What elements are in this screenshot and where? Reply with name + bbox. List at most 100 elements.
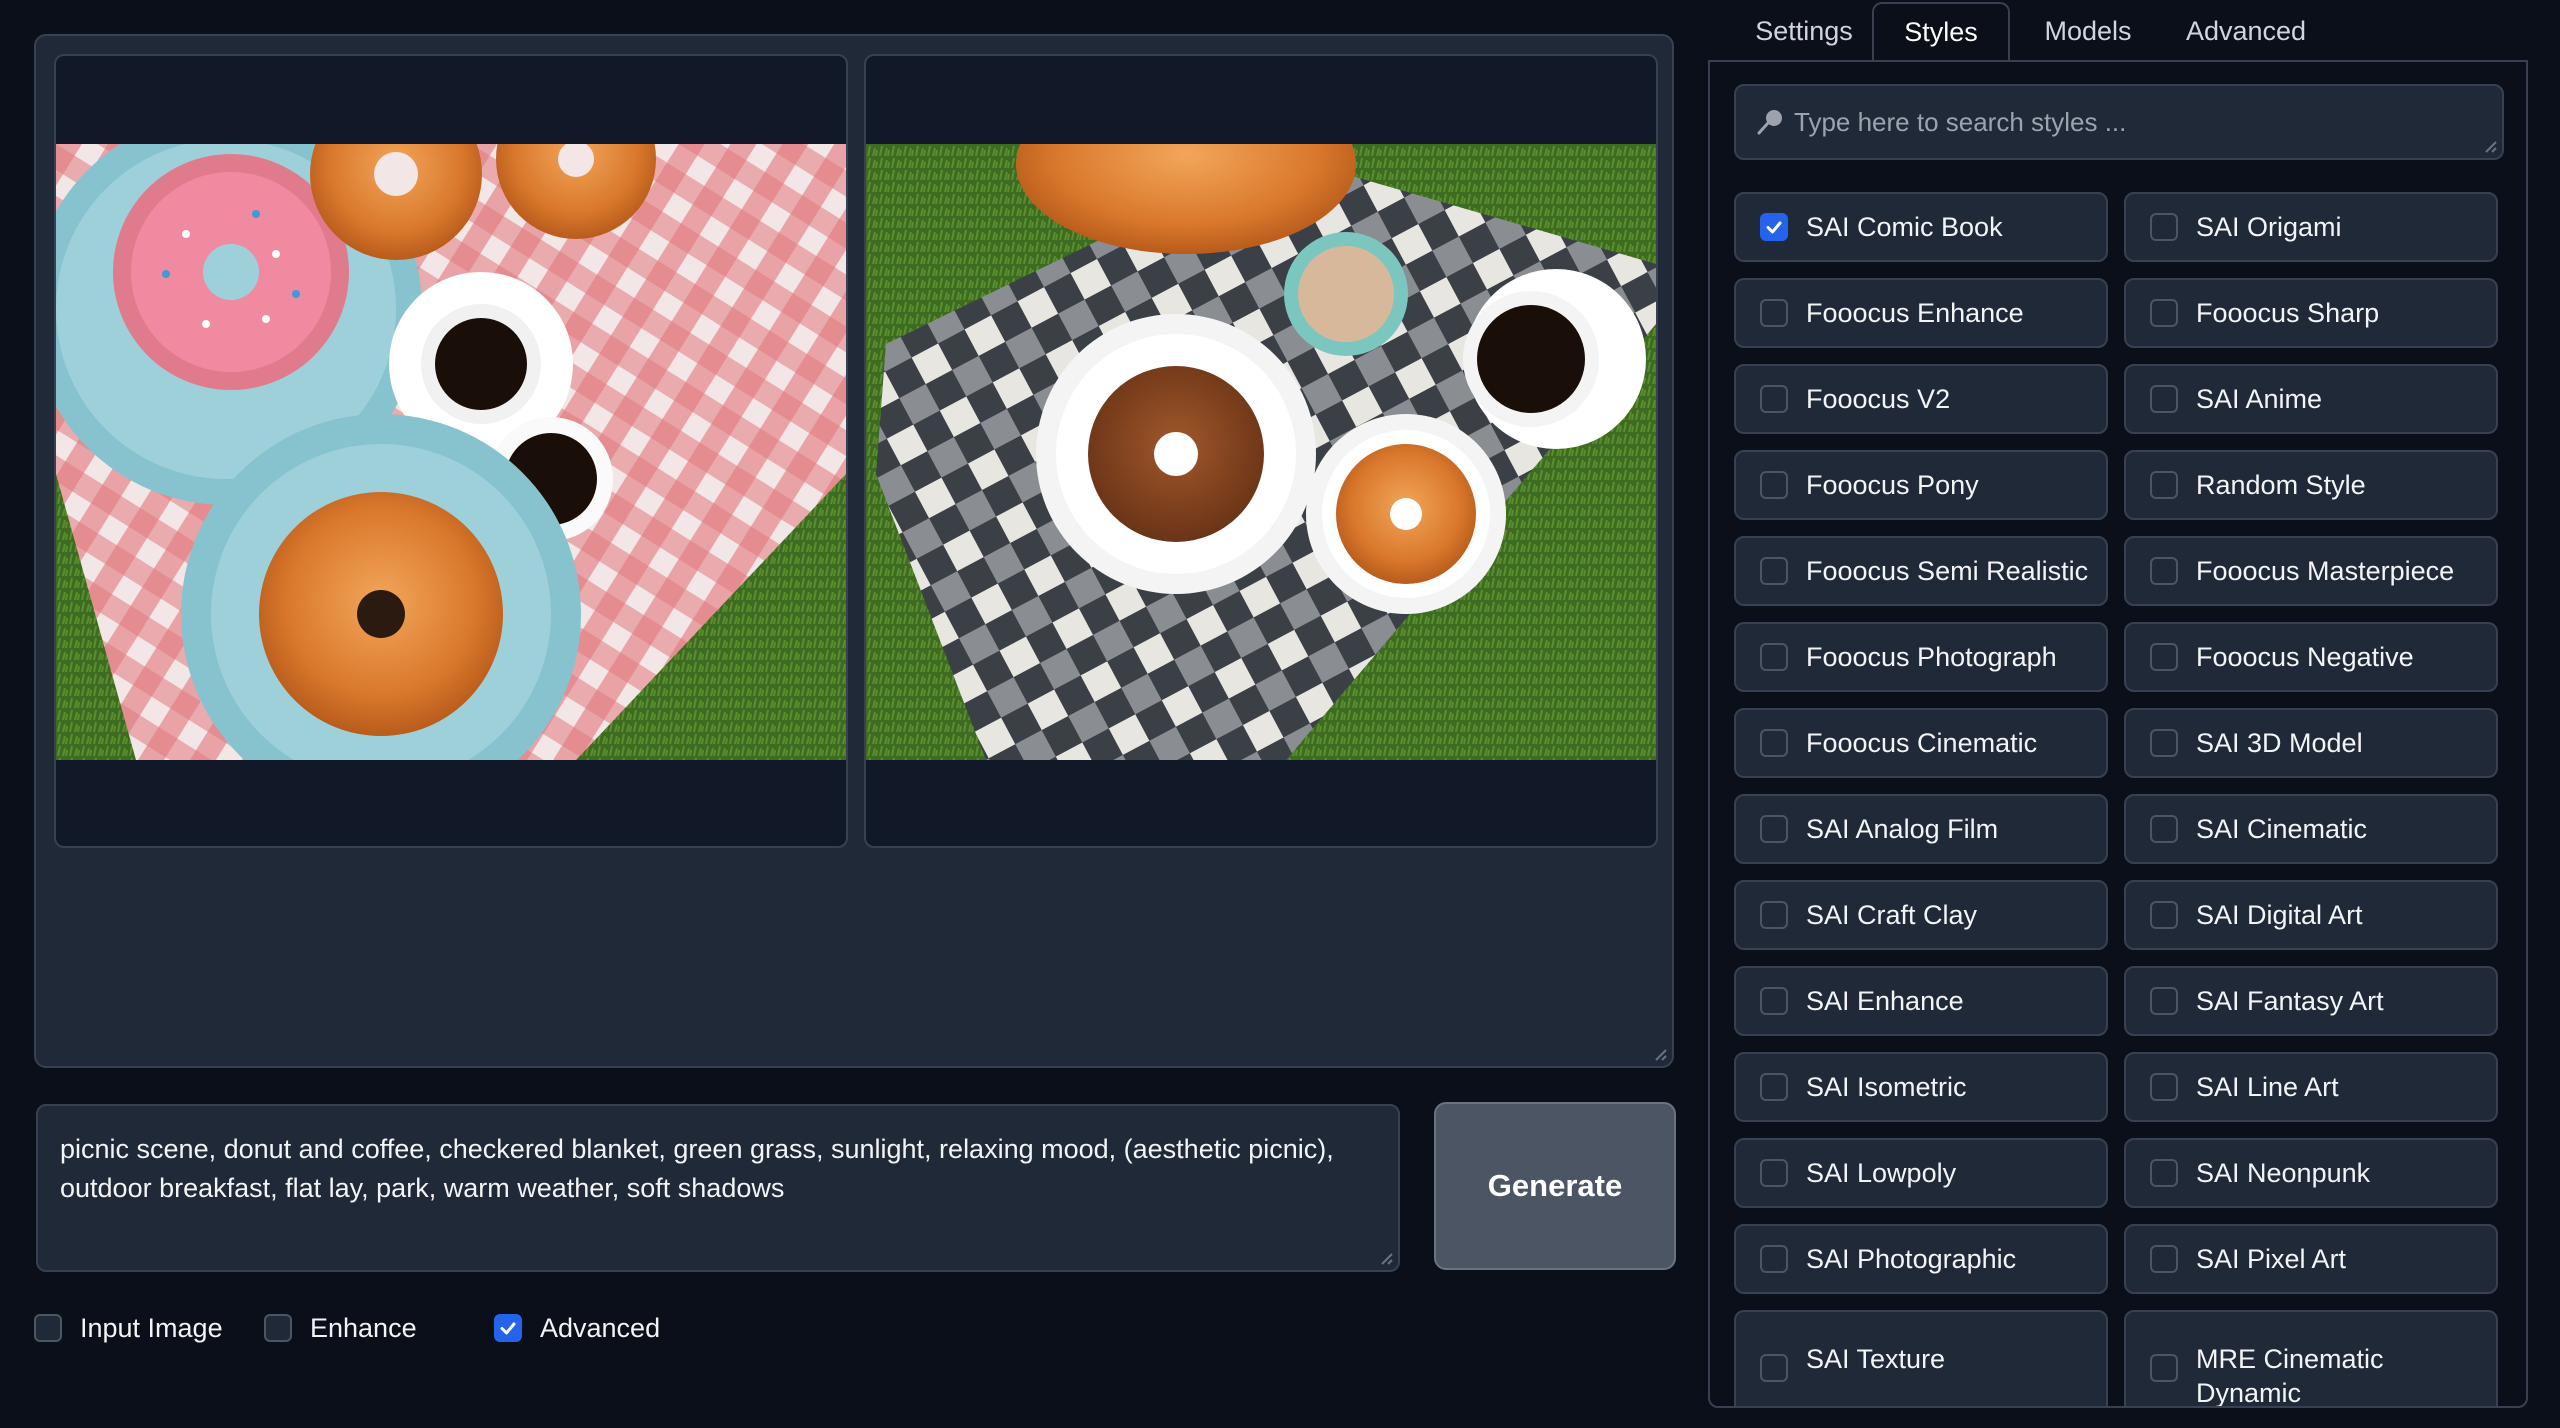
checkbox[interactable] (1760, 1245, 1788, 1273)
style-option[interactable]: SAI Fantasy Art (2124, 966, 2498, 1036)
checkbox[interactable] (1760, 729, 1788, 757)
style-search-input[interactable] (1792, 105, 2476, 139)
style-label: SAI Lowpoly (1806, 1158, 1957, 1188)
style-search-box[interactable] (1734, 84, 2504, 160)
style-label: SAI Analog Film (1806, 814, 1999, 844)
image-gallery (34, 34, 1674, 1068)
checkbox[interactable] (2150, 471, 2178, 499)
style-option[interactable]: SAI Line Art (2124, 1052, 2498, 1122)
option-enhance[interactable]: Enhance (264, 1308, 417, 1348)
tab-settings[interactable]: Settings (1724, 2, 1884, 60)
style-label: Fooocus Sharp (2196, 298, 2380, 328)
gallery-image-1[interactable] (54, 54, 848, 848)
style-option[interactable]: Fooocus Photograph (1734, 622, 2108, 692)
checkbox[interactable] (2150, 987, 2178, 1015)
checkbox[interactable] (2150, 815, 2178, 843)
checkbox[interactable] (2150, 1354, 2178, 1382)
style-option[interactable]: SAI Comic Book (1734, 192, 2108, 262)
style-label: SAI Fantasy Art (2196, 986, 2384, 1016)
checkbox[interactable] (1760, 557, 1788, 585)
style-option[interactable]: Fooocus V2 (1734, 364, 2108, 434)
style-option[interactable]: SAI 3D Model (2124, 708, 2498, 778)
style-label: Fooocus Semi Realistic (1806, 556, 2089, 586)
style-option[interactable]: Fooocus Enhance (1734, 278, 2108, 348)
checkbox[interactable] (1760, 471, 1788, 499)
checkbox[interactable] (2150, 299, 2178, 327)
checkbox[interactable] (34, 1314, 62, 1342)
resize-handle-icon[interactable] (1650, 1044, 1668, 1062)
checkbox-checked[interactable] (494, 1314, 522, 1342)
tab-models[interactable]: Models (2028, 2, 2148, 60)
checkbox[interactable] (1760, 815, 1788, 843)
checkbox[interactable] (264, 1314, 292, 1342)
style-option[interactable]: SAI Pixel Art (2124, 1224, 2498, 1294)
style-label: SAI Digital Art (2196, 900, 2363, 930)
style-option[interactable]: SAI Enhance (1734, 966, 2108, 1036)
checkbox[interactable] (2150, 557, 2178, 585)
style-option[interactable]: Random Style (2124, 450, 2498, 520)
resize-handle-icon[interactable] (1376, 1248, 1394, 1266)
style-option[interactable]: Fooocus Cinematic (1734, 708, 2108, 778)
checkbox[interactable] (2150, 901, 2178, 929)
style-option[interactable]: SAI Digital Art (2124, 880, 2498, 950)
generate-button[interactable]: Generate (1434, 1102, 1676, 1270)
style-label: SAI Cinematic (2196, 814, 2368, 844)
style-option[interactable]: Fooocus Semi Realistic (1734, 536, 2108, 606)
style-label: SAI 3D Model (2196, 728, 2363, 758)
picnic-image-red-blanket (56, 144, 846, 760)
resize-handle-icon[interactable] (2480, 136, 2498, 154)
style-option[interactable]: SAI Analog Film (1734, 794, 2108, 864)
gallery-image-2[interactable] (864, 54, 1658, 848)
tab-styles[interactable]: Styles (1872, 2, 2010, 60)
style-label: SAI Anime (2196, 384, 2323, 414)
style-label: SAI Photographic (1806, 1244, 2017, 1274)
style-option[interactable]: SAI Anime (2124, 364, 2498, 434)
style-label: Fooocus Enhance (1806, 298, 2024, 328)
option-advanced[interactable]: Advanced (494, 1308, 660, 1348)
style-label: Fooocus Cinematic (1806, 728, 2038, 758)
checkbox[interactable] (2150, 385, 2178, 413)
checkbox[interactable] (1760, 901, 1788, 929)
style-option[interactable]: SAI Cinematic (2124, 794, 2498, 864)
style-label: SAI Pixel Art (2196, 1244, 2347, 1274)
style-label: Fooocus Masterpiece (2196, 556, 2455, 586)
style-option[interactable]: SAI Photographic (1734, 1224, 2108, 1294)
checkbox[interactable] (1760, 385, 1788, 413)
checkbox[interactable] (2150, 1245, 2178, 1273)
checkbox[interactable] (2150, 1073, 2178, 1101)
style-label: MRE Cinematic Dynamic (2196, 1344, 2384, 1408)
prompt-textarea[interactable]: picnic scene, donut and coffee, checkere… (36, 1104, 1400, 1272)
checkbox[interactable] (2150, 213, 2178, 241)
style-label: SAI Isometric (1806, 1072, 1967, 1102)
style-option[interactable]: SAI Isometric (1734, 1052, 2108, 1122)
style-option[interactable]: SAI Craft Clay (1734, 880, 2108, 950)
checkbox[interactable] (1760, 1354, 1788, 1382)
style-option[interactable]: Fooocus Sharp (2124, 278, 2498, 348)
checkbox[interactable] (2150, 643, 2178, 671)
checkbox[interactable] (1760, 1159, 1788, 1187)
checkbox[interactable] (1760, 987, 1788, 1015)
style-option[interactable]: Fooocus Masterpiece (2124, 536, 2498, 606)
style-option[interactable]: SAI Origami (2124, 192, 2498, 262)
tab-advanced[interactable]: Advanced (2166, 2, 2326, 60)
option-label: Input Image (80, 1312, 223, 1343)
style-label: SAI Comic Book (1806, 212, 2003, 242)
style-option[interactable]: Fooocus Pony (1734, 450, 2108, 520)
style-label: SAI Origami (2196, 212, 2342, 242)
style-option[interactable]: Fooocus Negative (2124, 622, 2498, 692)
style-label: Fooocus V2 (1806, 384, 1951, 414)
checkbox[interactable] (2150, 1159, 2178, 1187)
option-input-image[interactable]: Input Image (34, 1308, 223, 1348)
checkbox[interactable] (1760, 299, 1788, 327)
style-label: SAI Enhance (1806, 986, 1964, 1016)
style-option[interactable]: MRE Cinematic Dynamic (2124, 1310, 2498, 1408)
tab-bar: Settings Styles Models Advanced (1710, 0, 2530, 62)
style-option[interactable]: SAI Texture (1734, 1310, 2108, 1406)
checkbox[interactable] (2150, 729, 2178, 757)
style-option[interactable]: SAI Neonpunk (2124, 1138, 2498, 1208)
checkbox[interactable] (1760, 1073, 1788, 1101)
checkbox-checked[interactable] (1760, 213, 1788, 241)
checkbox[interactable] (1760, 643, 1788, 671)
style-option[interactable]: SAI Lowpoly (1734, 1138, 2108, 1208)
style-label: Fooocus Pony (1806, 470, 1979, 500)
